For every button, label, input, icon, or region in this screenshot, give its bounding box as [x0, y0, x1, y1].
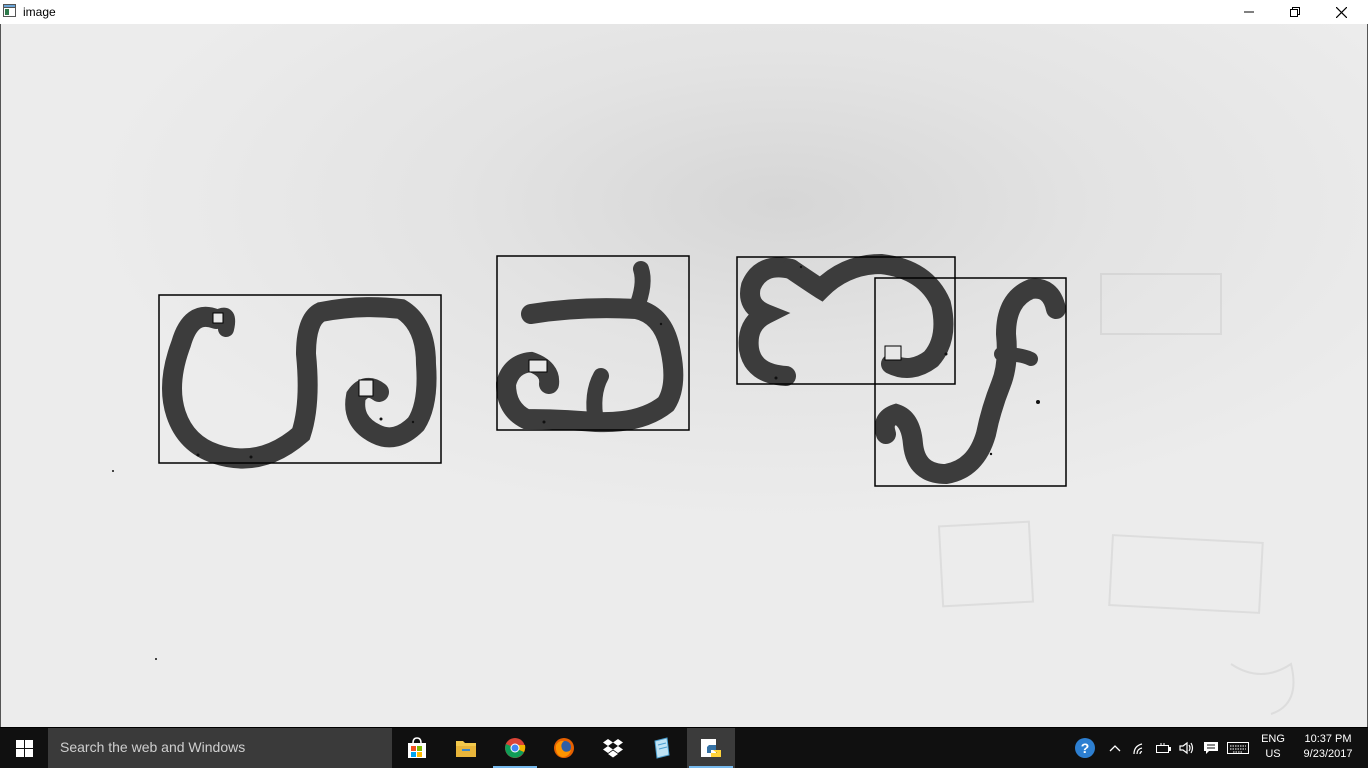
image-canvas[interactable] [0, 24, 1368, 727]
tray-volume[interactable] [1176, 728, 1198, 768]
marker-1a [212, 312, 224, 324]
character-2 [495, 261, 684, 433]
minimize-icon [1244, 11, 1254, 13]
character-1 [162, 297, 437, 469]
chrome-icon [505, 738, 526, 758]
tray-show-hidden[interactable] [1104, 728, 1126, 768]
wifi-icon [1133, 743, 1143, 755]
search-placeholder: Search the web and Windows [60, 739, 246, 755]
tray-action-center[interactable] [1200, 728, 1222, 768]
notepad-icon [654, 737, 670, 759]
language-line1: ENG [1261, 733, 1285, 745]
tray-keyboard[interactable] [1224, 728, 1252, 768]
window-title: image [23, 5, 56, 19]
character-3 [738, 253, 954, 386]
taskbar-store[interactable] [393, 728, 441, 768]
tray-help[interactable]: ? [1072, 728, 1098, 768]
marker-2a [528, 359, 548, 373]
firefox-icon [554, 738, 574, 758]
action-center-icon [1204, 742, 1218, 754]
close-button[interactable] [1318, 0, 1364, 24]
volume-icon [1179, 741, 1194, 755]
tray-wifi[interactable] [1128, 728, 1152, 768]
windows-logo-icon [15, 739, 33, 757]
python-icon [701, 739, 721, 757]
taskbar-dropbox[interactable] [589, 728, 637, 768]
clock-date: 9/23/2017 [1303, 748, 1353, 760]
start-button[interactable] [0, 728, 48, 768]
close-icon [1335, 6, 1347, 18]
taskbar-clock[interactable]: 10:37 PM 9/23/2017 [1296, 732, 1360, 762]
help-icon: ? [1075, 738, 1095, 758]
marker-3a [884, 345, 902, 361]
window-titlebar: image [0, 0, 1368, 24]
restore-icon [1290, 7, 1300, 17]
language-line2: US [1265, 748, 1281, 760]
dropbox-icon [603, 739, 623, 758]
taskbar: Search the web and Windows ? ENG US 10:3… [0, 728, 1368, 768]
minimize-button[interactable] [1226, 0, 1272, 24]
taskbar-chrome[interactable] [491, 728, 539, 768]
taskbar-firefox[interactable] [540, 728, 588, 768]
store-icon [408, 737, 426, 758]
keyboard-icon [1227, 742, 1249, 754]
character-4 [874, 278, 1066, 485]
file-explorer-icon [456, 741, 476, 757]
marker-1b [358, 379, 374, 397]
restore-button[interactable] [1272, 0, 1318, 24]
handwriting-image [112, 253, 1295, 715]
taskbar-notepad[interactable] [638, 728, 686, 768]
app-window-icon [3, 4, 16, 17]
taskbar-file-explorer[interactable] [442, 728, 490, 768]
taskbar-python[interactable] [687, 728, 735, 768]
clock-time: 10:37 PM [1304, 733, 1352, 745]
language-indicator[interactable]: ENG US [1258, 732, 1288, 762]
svg-text:?: ? [1081, 740, 1090, 756]
tray-battery[interactable] [1152, 728, 1174, 768]
battery-icon [1156, 743, 1171, 753]
search-box[interactable]: Search the web and Windows [48, 728, 392, 768]
chevron-up-icon [1109, 745, 1121, 752]
